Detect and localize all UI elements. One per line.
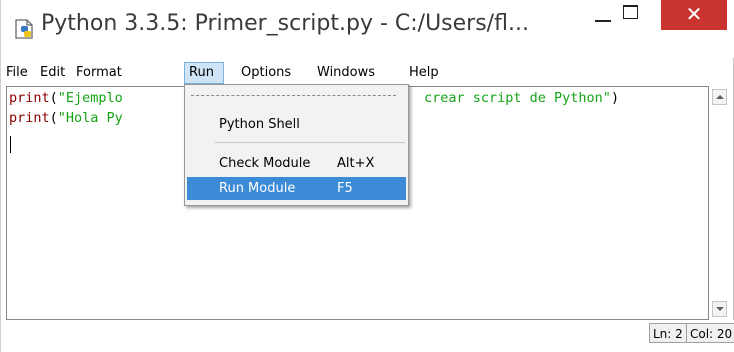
- arrow-up-icon: [716, 95, 724, 99]
- status-line: Ln: 2: [649, 323, 687, 343]
- scroll-up-button[interactable]: [712, 89, 727, 105]
- menu-separator: [215, 142, 405, 143]
- menu-file[interactable]: File: [6, 62, 28, 84]
- menu-tearoff-line[interactable]: [191, 95, 396, 96]
- menu-item-python-shell[interactable]: Python Shell: [187, 113, 406, 136]
- menu-help[interactable]: Help: [409, 62, 439, 84]
- scroll-down-button[interactable]: [712, 301, 727, 317]
- menu-options[interactable]: Options: [241, 62, 291, 84]
- title-bar[interactable]: Python 3.3.5: Primer_script.py - C:/User…: [1, 0, 734, 58]
- menu-format[interactable]: Format: [76, 62, 122, 84]
- maximize-button[interactable]: [619, 0, 665, 31]
- close-button[interactable]: ✕: [661, 0, 727, 30]
- code-line-1-tail: crear script de Python"): [424, 90, 620, 106]
- menu-item-run-module[interactable]: Run Module F5: [187, 177, 406, 200]
- text-cursor: [10, 136, 11, 153]
- minimize-icon: [595, 20, 611, 22]
- menu-edit[interactable]: Edit: [40, 62, 65, 84]
- status-bar: Ln: 2 Col: 20: [1, 320, 734, 352]
- menu-run[interactable]: Run: [184, 62, 224, 84]
- arrow-down-icon: [716, 307, 724, 311]
- close-icon: ✕: [685, 2, 703, 26]
- code-line-1: print("Ejemplo: [9, 90, 123, 106]
- menu-item-check-module[interactable]: Check Module Alt+X: [187, 152, 406, 175]
- menu-bar: File Edit Format Run Options Windows Hel…: [1, 62, 734, 84]
- menu-windows[interactable]: Windows: [317, 62, 375, 84]
- status-column: Col: 20: [686, 323, 734, 343]
- maximize-icon: [623, 5, 638, 19]
- run-menu-dropdown: Python Shell Check Module Alt+X Run Modu…: [184, 84, 409, 206]
- python-file-icon: [15, 19, 33, 39]
- window-title: Python 3.3.5: Primer_script.py - C:/User…: [41, 11, 529, 36]
- code-line-2: print("Hola Py: [9, 110, 123, 126]
- vertical-scrollbar[interactable]: [710, 86, 730, 320]
- idle-editor-window: Python 3.3.5: Primer_script.py - C:/User…: [0, 0, 734, 352]
